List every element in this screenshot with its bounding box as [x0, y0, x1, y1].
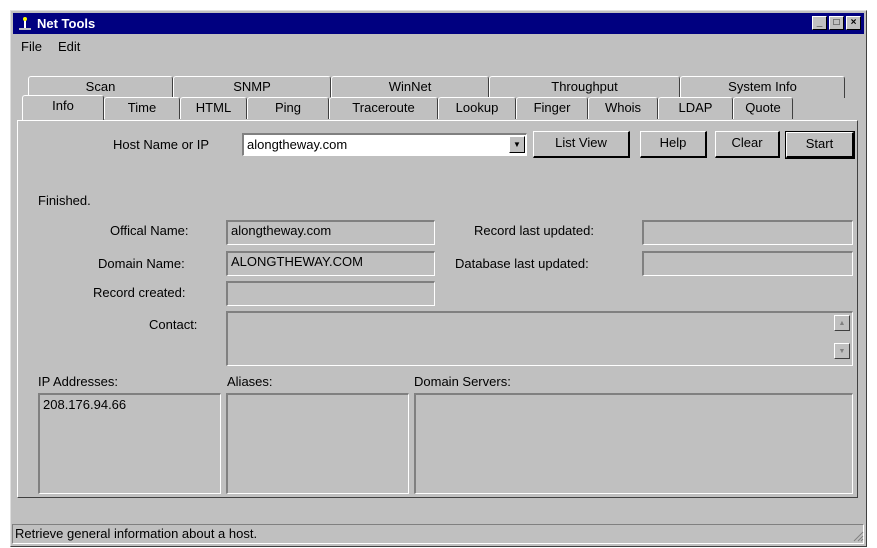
- arrow-up-icon[interactable]: ▲: [834, 315, 850, 331]
- aliases-label: Aliases:: [227, 374, 273, 389]
- tab-ping[interactable]: Ping: [247, 97, 329, 119]
- host-label: Host Name or IP: [113, 137, 210, 152]
- help-button[interactable]: Help: [640, 131, 707, 158]
- menu-bar: File Edit: [13, 36, 88, 56]
- record-created-label: Record created:: [93, 285, 186, 300]
- ip-addresses-label: IP Addresses:: [38, 374, 118, 389]
- tab-system-info[interactable]: System Info: [680, 76, 845, 98]
- tab-finger[interactable]: Finger: [516, 97, 588, 119]
- record-created-field: [226, 281, 435, 306]
- tab-time[interactable]: Time: [104, 97, 180, 119]
- clear-button[interactable]: Clear: [715, 131, 780, 158]
- database-updated-label: Database last updated:: [455, 256, 589, 271]
- contact-label: Contact:: [149, 317, 198, 332]
- tab-row-back: Scan SNMP WinNet Throughput System Info: [28, 76, 845, 98]
- ip-addresses-list[interactable]: 208.176.94.66: [38, 393, 221, 494]
- status-bar: Retrieve general information about a hos…: [12, 524, 864, 544]
- chevron-down-icon[interactable]: ▼: [509, 136, 525, 153]
- tab-snmp[interactable]: SNMP: [173, 76, 331, 98]
- domain-servers-list[interactable]: [414, 393, 853, 494]
- database-updated-field: [642, 251, 853, 276]
- tab-quote[interactable]: Quote: [733, 97, 793, 119]
- tab-lookup[interactable]: Lookup: [438, 97, 516, 119]
- domain-name-label: Domain Name:: [98, 256, 185, 271]
- domain-servers-label: Domain Servers:: [414, 374, 511, 389]
- menu-edit[interactable]: Edit: [50, 39, 88, 54]
- menu-file[interactable]: File: [13, 39, 50, 54]
- official-name-label: Offical Name:: [110, 223, 189, 238]
- aliases-list[interactable]: [226, 393, 409, 494]
- record-updated-field: [642, 220, 853, 245]
- close-button[interactable]: ×: [846, 16, 861, 30]
- title-bar[interactable]: Net Tools _ □ ×: [13, 13, 864, 34]
- contact-field: [226, 311, 853, 366]
- official-name-field: alongtheway.com: [226, 220, 435, 245]
- minimize-button[interactable]: _: [812, 16, 827, 30]
- tab-winnet[interactable]: WinNet: [331, 76, 489, 98]
- window-title: Net Tools: [37, 16, 96, 31]
- tab-html[interactable]: HTML: [180, 97, 247, 119]
- tab-info[interactable]: Info: [22, 95, 104, 120]
- host-combobox[interactable]: alongtheway.com ▼: [242, 133, 527, 156]
- tab-row-front: Info Time HTML Ping Traceroute Lookup Fi…: [22, 95, 793, 120]
- tab-traceroute[interactable]: Traceroute: [329, 97, 438, 119]
- tab-ldap[interactable]: LDAP: [658, 97, 733, 119]
- arrow-down-icon[interactable]: ▼: [834, 343, 850, 359]
- host-input[interactable]: alongtheway.com: [247, 137, 347, 152]
- record-updated-label: Record last updated:: [474, 223, 594, 238]
- list-item[interactable]: 208.176.94.66: [43, 397, 217, 412]
- list-view-button[interactable]: List View: [533, 131, 630, 158]
- network-icon: [17, 16, 33, 32]
- tab-throughput[interactable]: Throughput: [489, 76, 680, 98]
- status-message: Finished.: [38, 193, 91, 208]
- start-button[interactable]: Start: [785, 131, 855, 159]
- maximize-button[interactable]: □: [829, 16, 844, 30]
- domain-name-field: ALONGTHEWAY.COM: [226, 251, 435, 276]
- resize-grip-icon[interactable]: [852, 530, 864, 542]
- status-bar-text: Retrieve general information about a hos…: [15, 526, 258, 541]
- tab-whois[interactable]: Whois: [588, 97, 658, 119]
